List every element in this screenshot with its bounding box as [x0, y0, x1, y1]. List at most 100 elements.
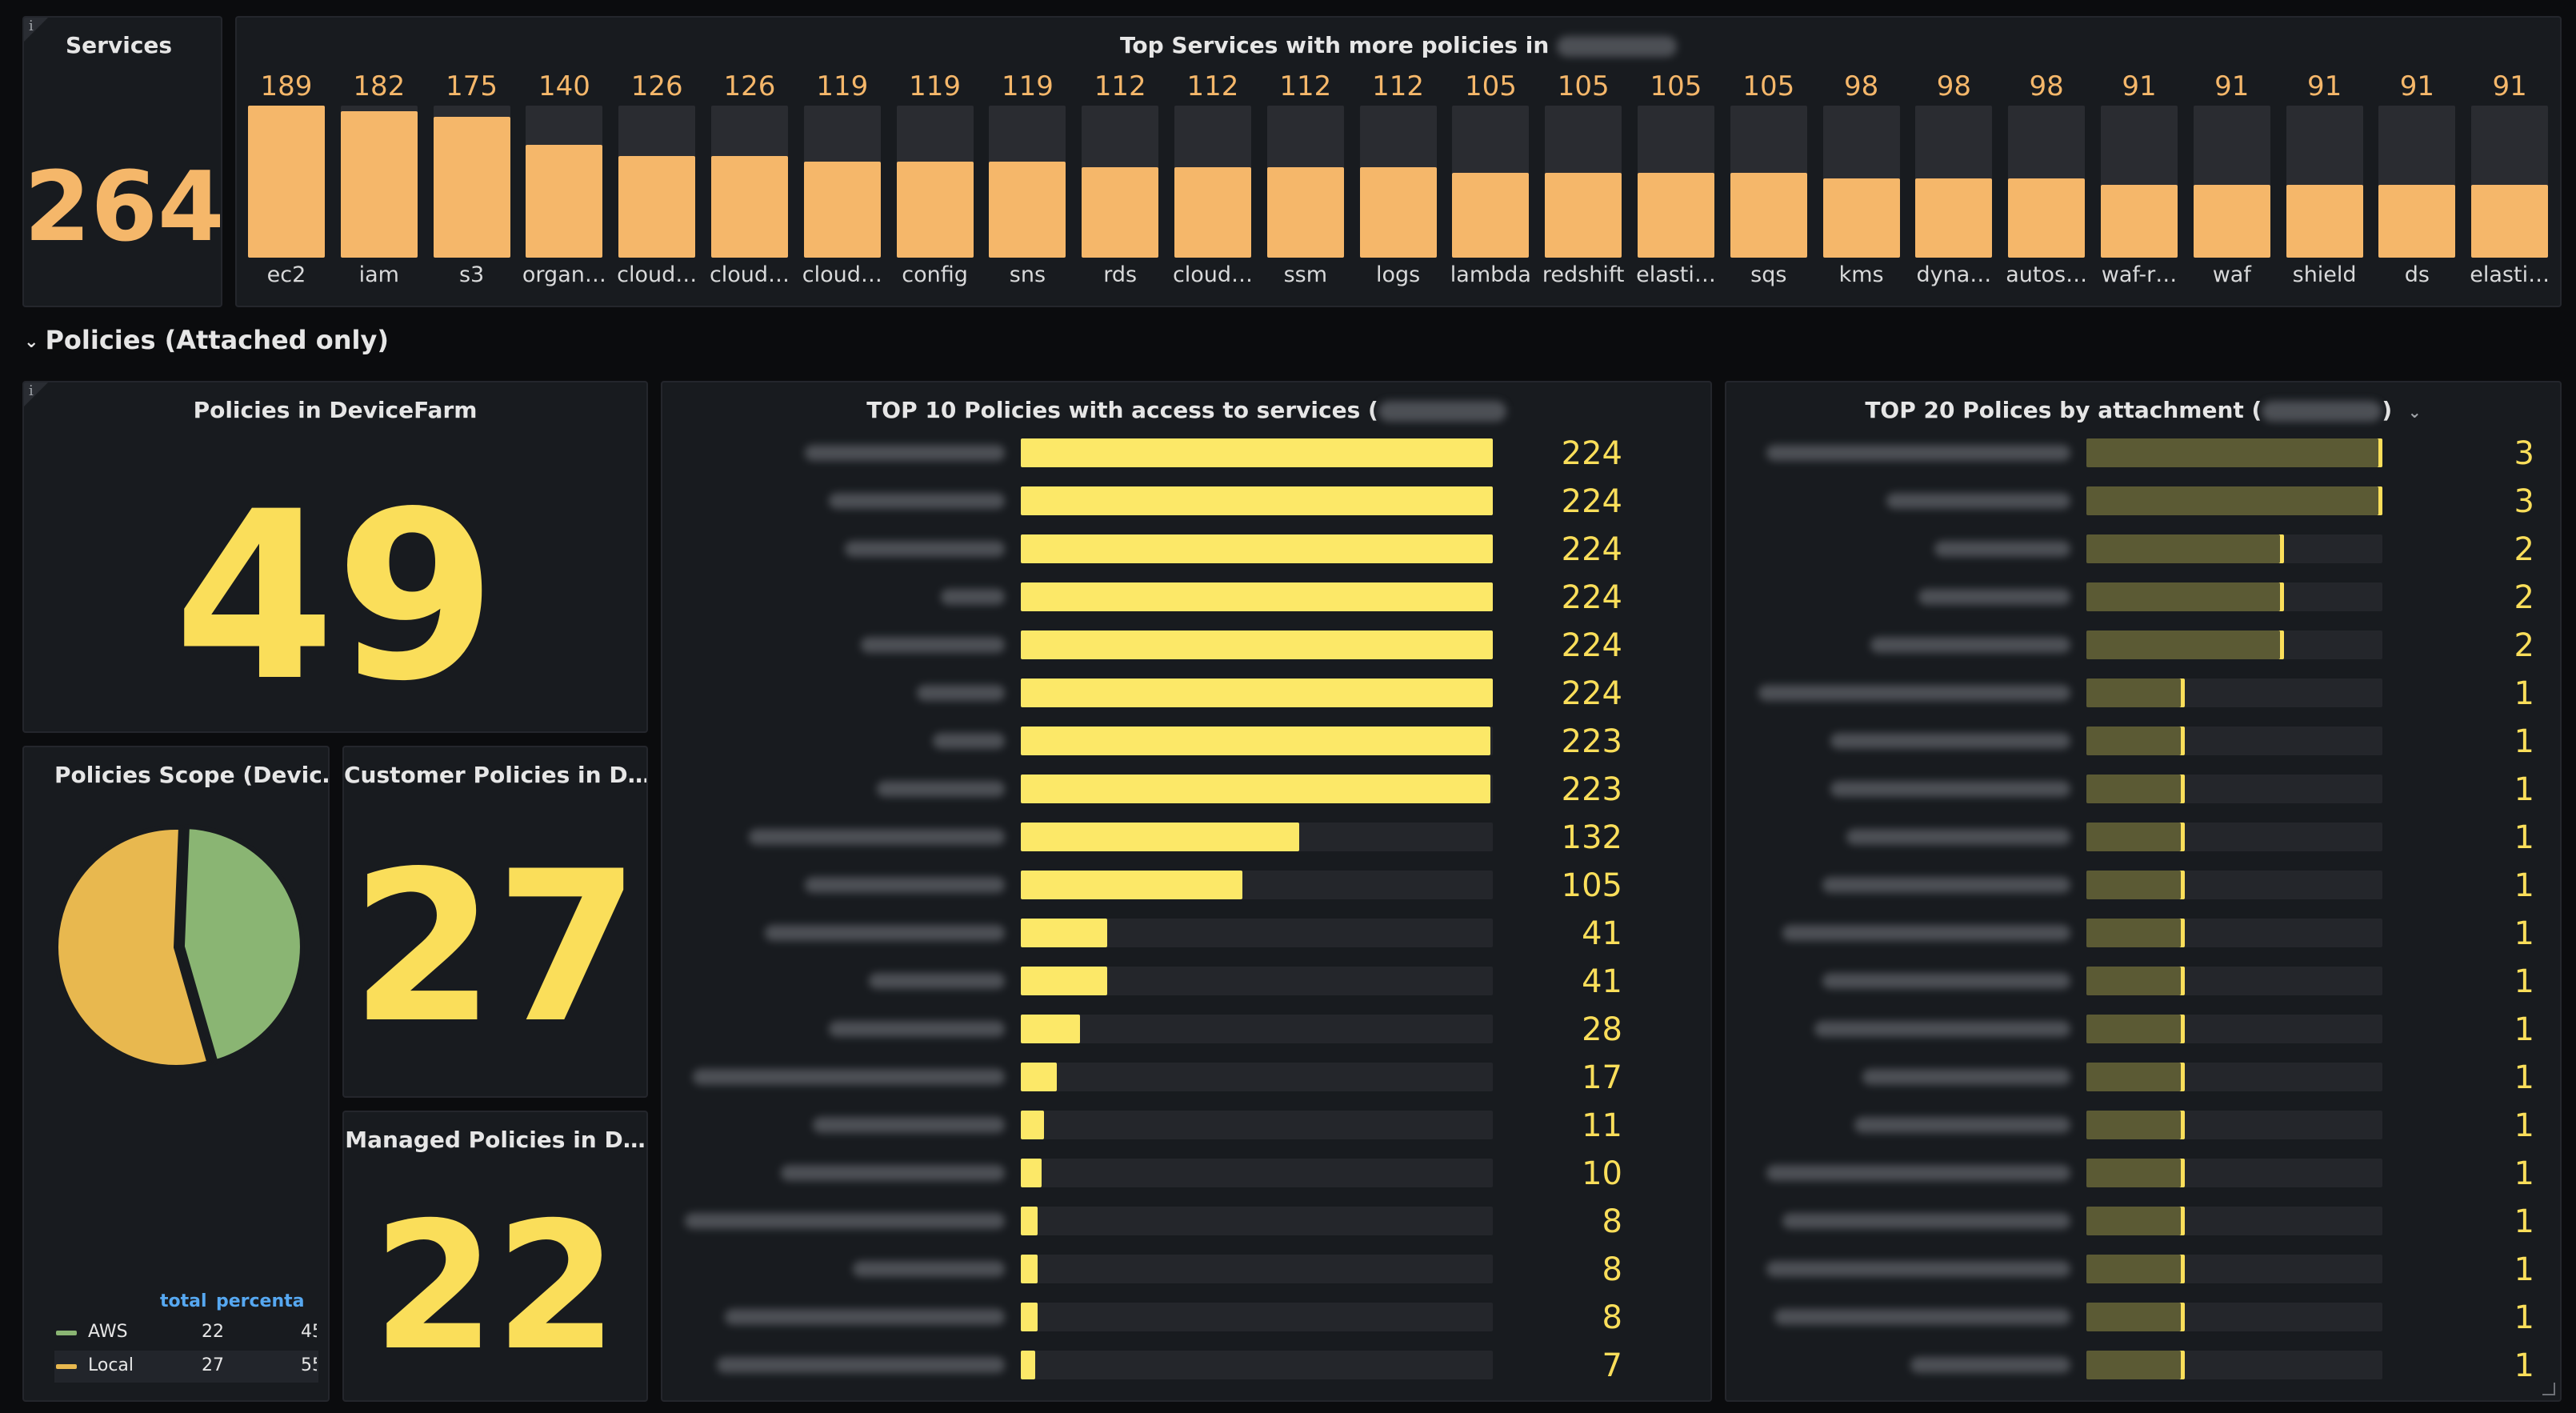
bar-value: 175 [446, 70, 498, 102]
policy-bar[interactable] [2086, 678, 2185, 707]
service-bar[interactable] [803, 162, 881, 258]
customer-policies-panel[interactable]: Customer Policies in D… 27 [342, 746, 648, 1098]
policy-bar[interactable] [2086, 582, 2284, 611]
policy-bar[interactable] [1021, 967, 1107, 995]
service-bar[interactable] [340, 111, 418, 258]
policy-bar[interactable] [2086, 1015, 2185, 1043]
services-stat-panel[interactable]: i Services 264 [22, 16, 222, 307]
policy-bar[interactable] [2086, 967, 2185, 995]
top20-policies-panel[interactable]: TOP 20 Polices by attachment () ⌄ 3 3 2 2 2 1… [1725, 381, 2562, 1402]
policy-bar[interactable] [1021, 1063, 1057, 1091]
policy-bar[interactable] [1021, 486, 1493, 515]
policy-bar[interactable] [1021, 534, 1493, 563]
service-bar[interactable] [2193, 185, 2270, 258]
info-icon[interactable]: i [24, 18, 48, 42]
policy-bar[interactable] [1021, 823, 1299, 851]
policy-bar[interactable] [1021, 678, 1493, 707]
policy-bar[interactable] [2086, 534, 2284, 563]
policy-bar[interactable] [1021, 1207, 1038, 1235]
service-bar[interactable] [618, 156, 696, 258]
bar-value: 112 [1279, 70, 1332, 102]
policy-bar[interactable] [1021, 727, 1490, 755]
bar-label: cloud… [802, 262, 882, 287]
service-bar[interactable] [2471, 185, 2549, 258]
policy-bar[interactable] [2086, 1111, 2185, 1139]
policy-bar[interactable] [2086, 1063, 2185, 1091]
policy-bar[interactable] [2086, 1159, 2185, 1187]
row-header-policies[interactable]: ⌄ Policies (Attached only) [24, 325, 389, 355]
top-services-panel[interactable]: Top Services with more policies in 189 ec… [235, 16, 2562, 307]
policy-value: 223 [1561, 771, 1622, 808]
redacted-policy-name [1814, 1021, 2070, 1037]
policy-bar[interactable] [2086, 1255, 2185, 1283]
bar-track [1021, 1111, 1493, 1139]
legend-item-aws[interactable]: AWS 22 45 [54, 1317, 318, 1349]
bar-label: elasti… [1636, 262, 1716, 287]
redacted-policy-name [781, 1165, 1005, 1181]
service-bar[interactable] [711, 156, 788, 258]
service-bar[interactable] [2008, 178, 2086, 258]
policy-value: 8 [1602, 1203, 1622, 1240]
policy-value: 223 [1561, 723, 1622, 760]
chevron-down-icon[interactable]: ⌄ [2408, 402, 2422, 422]
service-bar[interactable] [1915, 178, 1993, 258]
policy-bar[interactable] [2086, 486, 2382, 515]
policy-bar[interactable] [1021, 438, 1493, 467]
service-bar[interactable] [989, 162, 1066, 258]
bar-label: elasti… [2470, 262, 2550, 287]
chevron-down-icon[interactable]: ⌄ [24, 332, 38, 352]
policy-bar[interactable] [1021, 630, 1493, 659]
service-bar[interactable] [1082, 167, 1159, 258]
policy-value: 11 [1582, 1107, 1622, 1144]
service-bar[interactable] [1359, 167, 1437, 258]
policies-count: 49 [174, 462, 497, 732]
service-bar[interactable] [896, 162, 974, 258]
policy-bar[interactable] [2086, 1207, 2185, 1235]
service-bar[interactable] [2101, 185, 2178, 258]
service-bar[interactable] [1174, 167, 1251, 258]
policy-bar[interactable] [1021, 1351, 1035, 1379]
service-bar[interactable] [2378, 185, 2456, 258]
policy-bar[interactable] [2086, 919, 2185, 947]
service-bar[interactable] [526, 145, 603, 258]
bar-label: s3 [458, 262, 485, 287]
policy-bar[interactable] [2086, 438, 2382, 467]
service-bar[interactable] [2286, 185, 2363, 258]
policies-scope-panel[interactable]: Policies Scope (Devic… total percenta AW… [22, 746, 330, 1402]
policy-bar[interactable] [2086, 1351, 2185, 1379]
top10-policies-panel[interactable]: TOP 10 Policies with access to services … [661, 381, 1712, 1402]
policy-bar[interactable] [1021, 1111, 1044, 1139]
managed-policies-panel[interactable]: Managed Policies in D… 22 [342, 1111, 648, 1402]
policy-value: 1 [2514, 1059, 2534, 1096]
policy-bar[interactable] [1021, 1015, 1080, 1043]
service-bar[interactable] [433, 117, 510, 258]
policy-bar[interactable] [1021, 1255, 1038, 1283]
policy-bar[interactable] [2086, 630, 2284, 659]
redacted-policy-name [1822, 973, 2070, 989]
policy-bar[interactable] [1021, 1159, 1042, 1187]
service-bar[interactable] [248, 106, 325, 258]
policy-bar[interactable] [2086, 727, 2185, 755]
policy-value: 224 [1561, 531, 1622, 568]
policies-devicefarm-panel[interactable]: i Policies in DeviceFarm 49 [22, 381, 648, 733]
resize-handle-icon[interactable] [2542, 1383, 2555, 1395]
policy-bar[interactable] [1021, 919, 1107, 947]
policy-bar[interactable] [2086, 775, 2185, 803]
policy-bar[interactable] [2086, 1303, 2185, 1331]
policy-bar[interactable] [1021, 775, 1490, 803]
policy-bar[interactable] [1021, 871, 1242, 899]
policy-bar[interactable] [1021, 582, 1493, 611]
legend-item-local[interactable]: Local 27 55 [54, 1351, 318, 1383]
policy-value: 1 [2514, 1251, 2534, 1288]
service-bar[interactable] [1638, 173, 1714, 258]
managed-policies-count: 22 [372, 1184, 618, 1389]
service-bar[interactable] [1822, 178, 1900, 258]
policy-bar[interactable] [2086, 871, 2185, 899]
service-bar[interactable] [1730, 173, 1807, 258]
service-bar[interactable] [1545, 173, 1622, 258]
service-bar[interactable] [1452, 173, 1530, 258]
service-bar[interactable] [1266, 167, 1344, 258]
bar-value: 112 [1186, 70, 1239, 102]
policy-bar[interactable] [2086, 823, 2185, 851]
policy-bar[interactable] [1021, 1303, 1038, 1331]
